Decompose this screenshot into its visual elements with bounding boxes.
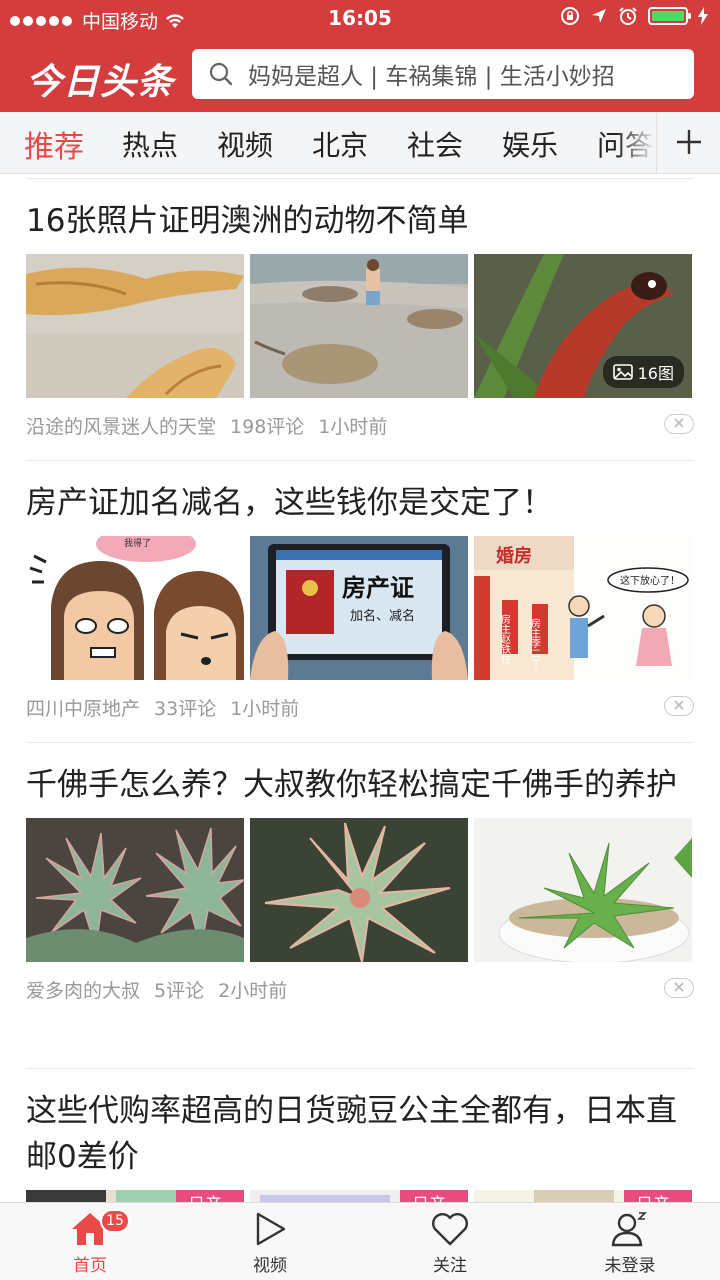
name-tag-2: 房主李二丫 [529,617,541,668]
category-tabs: 推荐 热点 视频 北京 社会 娱乐 问答 [0,112,720,174]
cartoon-bubble-text: 这下放心了！ [620,574,680,587]
notification-badge: 15 [100,1209,130,1233]
article-comments: 5评论 [154,979,205,1002]
cartoon-bubble-text: 我得了 [124,537,151,549]
divider [26,178,694,179]
article-time: 1小时前 [230,697,300,720]
bottom-tab-bar: 15 首页 视频 关注 未登录 [0,1202,720,1280]
app-logo: 今日头条 [26,62,175,103]
add-channel-button[interactable] [656,112,720,173]
alarm-icon [619,7,637,25]
article-thumbnail[interactable]: 16图 [474,254,692,398]
article-thumbnail[interactable]: 日产 [250,1190,468,1202]
tab-beijing[interactable]: 北京 [312,124,368,164]
article-thumbnail[interactable] [250,254,468,398]
article-card[interactable]: 16张照片证明澳洲的动物不简单 16图 沿途的风景迷人的天堂 198评论 1小时… [26,198,694,438]
article-thumbnail[interactable]: 日产 [474,1190,692,1202]
close-icon [674,982,684,992]
product-tag: 日产 [188,1195,222,1202]
article-meta: 沿途的风景迷人的天堂 198评论 1小时前 [26,412,694,438]
tab-home-label: 首页 [73,1256,107,1276]
article-meta: 爱多肉的大叔 5评论 2小时前 [26,976,694,1002]
divider [26,742,694,743]
article-source[interactable]: 爱多肉的大叔 [26,976,140,1003]
dislike-button[interactable] [664,414,694,434]
article-thumbnail[interactable]: 我得了 [26,536,244,680]
dislike-button[interactable] [664,978,694,998]
close-icon [674,418,684,428]
certificate-subtitle: 加名、减名 [350,608,415,624]
article-thumbnail[interactable] [474,818,692,962]
tab-home[interactable]: 15 首页 [0,1203,180,1280]
article-time: 1小时前 [318,415,388,438]
article-thumbnail[interactable]: 日产 [26,1190,244,1202]
product-tag: 日产 [412,1195,446,1202]
search-bar[interactable]: 妈妈是超人 | 车祸集锦 | 生活小妙招 [192,49,694,99]
article-comments: 33评论 [154,697,217,720]
certificate-title: 房产证 [342,574,414,602]
article-thumbnail[interactable]: 婚房 房主赵铁柱 房主李二丫 这下放心了！ [474,536,692,680]
tab-hot[interactable]: 热点 [122,124,178,164]
tab-profile[interactable]: 未登录 [540,1203,720,1280]
article-meta: 四川中原地产 33评论 1小时前 [26,694,694,720]
article-title[interactable]: 16张照片证明澳洲的动物不简单 [26,198,694,244]
tab-video-label: 视频 [253,1256,287,1276]
name-tag-1: 房主赵铁柱 [499,613,511,665]
rotation-lock-icon [561,7,579,25]
tab-follow[interactable]: 关注 [360,1203,540,1280]
article-title[interactable]: 房产证加名减名，这些钱你是交定了！ [26,480,694,526]
article-thumbnail[interactable]: 房产证 加名、减名 [250,536,468,680]
battery-icon [648,7,691,25]
tab-recommend[interactable]: 推荐 [24,122,84,166]
article-comments: 198评论 [230,415,305,438]
article-source[interactable]: 沿途的风景迷人的天堂 [26,412,216,439]
article-card[interactable]: 千佛手怎么养？大叔教你轻松搞定千佛手的养护 爱多肉的大叔 5评论 2小时前 [26,762,694,1002]
tab-society[interactable]: 社会 [407,124,463,164]
image-icon [612,364,633,380]
close-icon [674,700,684,710]
house-label: 婚房 [496,545,532,567]
article-card[interactable]: 这些代购率超高的日货豌豆公主全都有，日本直邮0差价 日产 日产 [26,1088,694,1202]
article-thumbnail[interactable] [250,818,468,962]
status-bar: 中国移动 16:05 [0,0,720,36]
article-card[interactable]: 房产证加名减名，这些钱你是交定了！ 我得了 房产证 加名、减名 婚房 房主赵铁柱… [26,480,694,720]
image-count: 16图 [637,364,674,383]
article-title[interactable]: 这些代购率超高的日货豌豆公主全都有，日本直邮0差价 [26,1088,694,1180]
heart-icon [432,1213,468,1246]
search-icon [209,62,233,86]
location-icon [592,9,606,23]
article-time: 2小时前 [218,979,288,1002]
tab-follow-label: 关注 [433,1256,467,1276]
news-feed[interactable]: 16张照片证明澳洲的动物不简单 16图 沿途的风景迷人的天堂 198评论 1小时… [0,174,720,1202]
divider [26,460,694,461]
tab-video[interactable]: 视频 [180,1203,360,1280]
article-title[interactable]: 千佛手怎么养？大叔教你轻松搞定千佛手的养护 [26,762,694,808]
dislike-button[interactable] [664,696,694,716]
product-tag: 日产 [636,1195,670,1202]
tab-video[interactable]: 视频 [217,124,273,164]
article-thumbnail[interactable] [26,818,244,962]
tab-entertainment[interactable]: 娱乐 [502,124,558,164]
image-count-badge: 16图 [602,356,684,388]
charging-icon [698,7,708,25]
app-header: 今日头条 妈妈是超人 | 车祸集锦 | 生活小妙招 [0,36,720,112]
tabs-fade [616,112,656,173]
article-source[interactable]: 四川中原地产 [26,694,140,721]
user-sleeping-icon [611,1212,647,1247]
tab-profile-label: 未登录 [604,1256,656,1276]
plus-icon [676,130,701,154]
divider [26,1068,694,1069]
article-thumbnail[interactable] [26,254,244,398]
play-icon [256,1212,286,1246]
search-placeholder: 妈妈是超人 | 车祸集锦 | 生活小妙招 [248,64,615,90]
